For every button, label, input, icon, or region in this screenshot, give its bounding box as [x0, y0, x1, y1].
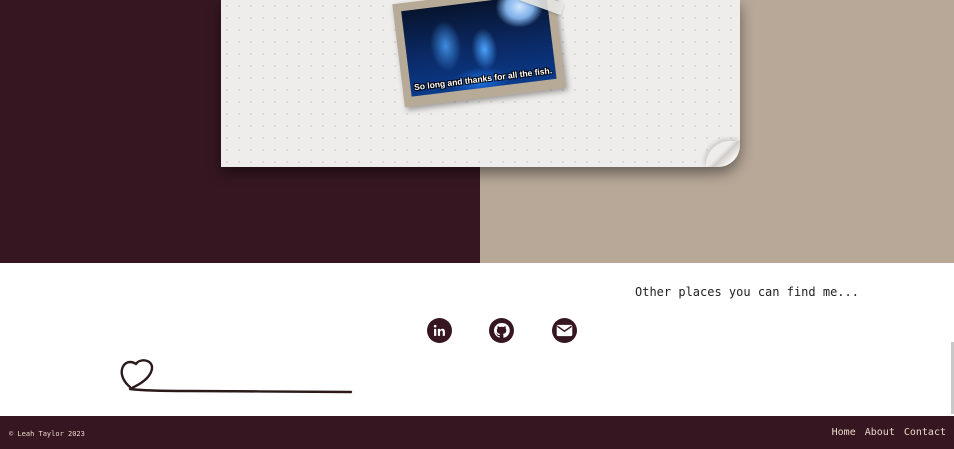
footer: © Leah Taylor 2023 Home About Contact — [0, 416, 954, 449]
email-icon — [556, 324, 573, 337]
nav-home-link[interactable]: Home — [832, 427, 856, 438]
photo-caption: So long and thanks for all the fish. — [413, 65, 553, 93]
email-link[interactable] — [552, 318, 577, 343]
github-link[interactable] — [489, 318, 514, 343]
find-me-heading: Other places you can find me... — [635, 285, 859, 299]
github-icon — [493, 323, 510, 338]
footer-nav: Home About Contact — [832, 427, 946, 438]
heart-signature-icon — [120, 359, 353, 394]
copyright-text: © Leah Taylor 2023 — [9, 430, 85, 438]
nav-about-link[interactable]: About — [865, 427, 895, 438]
dolphins-image: So long and thanks for all the fish. — [401, 0, 557, 97]
linkedin-link[interactable] — [427, 318, 452, 343]
nav-contact-link[interactable]: Contact — [904, 427, 946, 438]
linkedin-icon — [433, 324, 445, 336]
